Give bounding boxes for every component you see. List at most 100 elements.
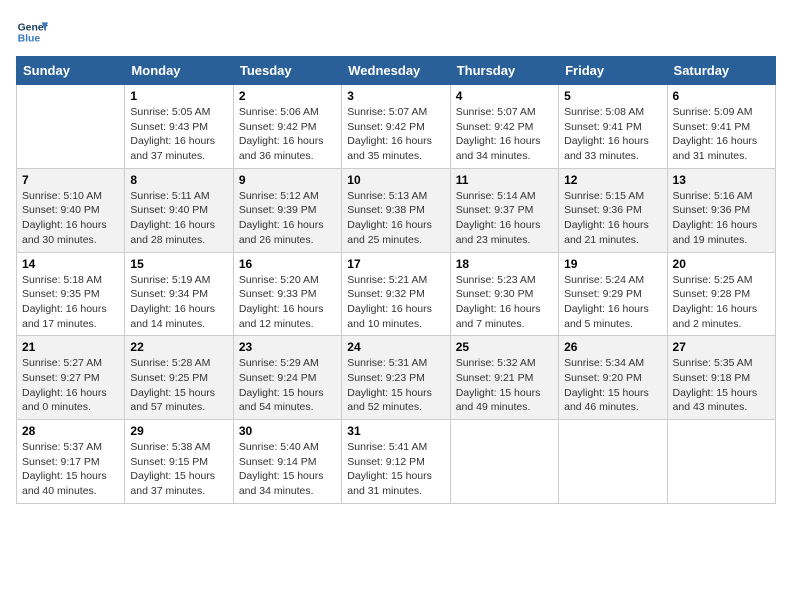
day-number: 19	[564, 257, 661, 271]
day-number: 26	[564, 340, 661, 354]
day-info: Sunrise: 5:19 AM Sunset: 9:34 PM Dayligh…	[130, 273, 227, 332]
logo-icon: General Blue	[16, 16, 48, 48]
calendar-day-cell: 13 Sunrise: 5:16 AM Sunset: 9:36 PM Dayli…	[667, 168, 775, 252]
weekday-header: Tuesday	[233, 57, 341, 85]
day-info: Sunrise: 5:07 AM Sunset: 9:42 PM Dayligh…	[456, 105, 553, 164]
calendar-day-cell: 28Sunrise: 5:37 AM Sunset: 9:17 PM Dayli…	[17, 420, 125, 504]
calendar-day-cell: 2Sunrise: 5:06 AM Sunset: 9:42 PM Daylig…	[233, 85, 341, 169]
day-info: Sunrise: 5:13 AM Sunset: 9:38 PM Dayligh…	[347, 189, 444, 248]
day-info: Sunrise: 5:29 AM Sunset: 9:24 PM Dayligh…	[239, 356, 336, 415]
day-number: 22	[130, 340, 227, 354]
day-info: Sunrise: 5:16 AM Sunset: 9:36 PM Dayligh…	[673, 189, 770, 248]
day-number: 4	[456, 89, 553, 103]
day-number: 13	[673, 173, 770, 187]
calendar-day-cell: 14Sunrise: 5:18 AM Sunset: 9:35 PM Dayli…	[17, 252, 125, 336]
day-number: 30	[239, 424, 336, 438]
calendar-header: SundayMondayTuesdayWednesdayThursdayFrid…	[17, 57, 776, 85]
day-number: 3	[347, 89, 444, 103]
calendar-day-cell: 10 Sunrise: 5:13 AM Sunset: 9:38 PM Dayli…	[342, 168, 450, 252]
day-info: Sunrise: 5:32 AM Sunset: 9:21 PM Dayligh…	[456, 356, 553, 415]
day-info: Sunrise: 5:35 AM Sunset: 9:18 PM Dayligh…	[673, 356, 770, 415]
calendar-day-cell: 24 Sunrise: 5:31 AM Sunset: 9:23 PM Dayli…	[342, 336, 450, 420]
calendar-day-cell: 9 Sunrise: 5:12 AM Sunset: 9:39 PM Daylig…	[233, 168, 341, 252]
day-info: Sunrise: 5:11 AM Sunset: 9:40 PM Dayligh…	[130, 189, 227, 248]
calendar-day-cell: 21 Sunrise: 5:27 AM Sunset: 9:27 PM Dayli…	[17, 336, 125, 420]
day-number: 8	[130, 173, 227, 187]
day-number: 28	[22, 424, 119, 438]
logo: General Blue	[16, 16, 48, 48]
day-info: Sunrise: 5:31 AM Sunset: 9:23 PM Dayligh…	[347, 356, 444, 415]
calendar-day-cell: 19 Sunrise: 5:24 AM Sunset: 9:29 PM Dayli…	[559, 252, 667, 336]
calendar-day-cell: 3 Sunrise: 5:07 AM Sunset: 9:42 PM Daylig…	[342, 85, 450, 169]
calendar-day-cell: 16 Sunrise: 5:20 AM Sunset: 9:33 PM Dayli…	[233, 252, 341, 336]
day-number: 11	[456, 173, 553, 187]
page-header: General Blue	[16, 16, 776, 48]
day-info: Sunrise: 5:05 AM Sunset: 9:43 PM Dayligh…	[130, 105, 227, 164]
calendar-day-cell	[667, 420, 775, 504]
day-number: 21	[22, 340, 119, 354]
day-info: Sunrise: 5:10 AM Sunset: 9:40 PM Dayligh…	[22, 189, 119, 248]
calendar-day-cell: 30 Sunrise: 5:40 AM Sunset: 9:14 PM Dayli…	[233, 420, 341, 504]
calendar-day-cell: 8 Sunrise: 5:11 AM Sunset: 9:40 PM Daylig…	[125, 168, 233, 252]
day-number: 29	[130, 424, 227, 438]
weekday-header: Thursday	[450, 57, 558, 85]
calendar-day-cell: 26 Sunrise: 5:34 AM Sunset: 9:20 PM Dayli…	[559, 336, 667, 420]
day-number: 1	[130, 89, 227, 103]
calendar-day-cell: 1 Sunrise: 5:05 AM Sunset: 9:43 PM Daylig…	[125, 85, 233, 169]
calendar-day-cell: 11 Sunrise: 5:14 AM Sunset: 9:37 PM Dayli…	[450, 168, 558, 252]
calendar-table: SundayMondayTuesdayWednesdayThursdayFrid…	[16, 56, 776, 504]
day-info: Sunrise: 5:14 AM Sunset: 9:37 PM Dayligh…	[456, 189, 553, 248]
day-info: Sunrise: 5:07 AM Sunset: 9:42 PM Dayligh…	[347, 105, 444, 164]
day-info: Sunrise: 5:38 AM Sunset: 9:15 PM Dayligh…	[130, 440, 227, 499]
calendar-day-cell: 15 Sunrise: 5:19 AM Sunset: 9:34 PM Dayli…	[125, 252, 233, 336]
weekday-header: Friday	[559, 57, 667, 85]
day-number: 6	[673, 89, 770, 103]
calendar-day-cell	[17, 85, 125, 169]
day-info: Sunrise: 5:24 AM Sunset: 9:29 PM Dayligh…	[564, 273, 661, 332]
calendar-day-cell: 4 Sunrise: 5:07 AM Sunset: 9:42 PM Daylig…	[450, 85, 558, 169]
day-info: Sunrise: 5:40 AM Sunset: 9:14 PM Dayligh…	[239, 440, 336, 499]
day-number: 23	[239, 340, 336, 354]
day-number: 18	[456, 257, 553, 271]
calendar-day-cell: 27 Sunrise: 5:35 AM Sunset: 9:18 PM Dayli…	[667, 336, 775, 420]
weekday-header: Sunday	[17, 57, 125, 85]
day-info: Sunrise: 5:23 AM Sunset: 9:30 PM Dayligh…	[456, 273, 553, 332]
day-info: Sunrise: 5:15 AM Sunset: 9:36 PM Dayligh…	[564, 189, 661, 248]
calendar-day-cell	[559, 420, 667, 504]
calendar-week-row: 1 Sunrise: 5:05 AM Sunset: 9:43 PM Daylig…	[17, 85, 776, 169]
day-info: Sunrise: 5:09 AM Sunset: 9:41 PM Dayligh…	[673, 105, 770, 164]
day-info: Sunrise: 5:18 AM Sunset: 9:35 PM Dayligh…	[22, 273, 119, 332]
calendar-day-cell: 18 Sunrise: 5:23 AM Sunset: 9:30 PM Dayli…	[450, 252, 558, 336]
calendar-week-row: 21 Sunrise: 5:27 AM Sunset: 9:27 PM Dayli…	[17, 336, 776, 420]
day-number: 12	[564, 173, 661, 187]
day-number: 20	[673, 257, 770, 271]
day-number: 9	[239, 173, 336, 187]
day-number: 10	[347, 173, 444, 187]
calendar-day-cell: 23 Sunrise: 5:29 AM Sunset: 9:24 PM Dayli…	[233, 336, 341, 420]
calendar-day-cell: 29 Sunrise: 5:38 AM Sunset: 9:15 PM Dayli…	[125, 420, 233, 504]
calendar-day-cell: 12 Sunrise: 5:15 AM Sunset: 9:36 PM Dayli…	[559, 168, 667, 252]
calendar-day-cell: 22Sunrise: 5:28 AM Sunset: 9:25 PM Dayli…	[125, 336, 233, 420]
day-info: Sunrise: 5:34 AM Sunset: 9:20 PM Dayligh…	[564, 356, 661, 415]
calendar-week-row: 14Sunrise: 5:18 AM Sunset: 9:35 PM Dayli…	[17, 252, 776, 336]
day-number: 24	[347, 340, 444, 354]
day-number: 15	[130, 257, 227, 271]
calendar-day-cell: 17Sunrise: 5:21 AM Sunset: 9:32 PM Dayli…	[342, 252, 450, 336]
day-number: 27	[673, 340, 770, 354]
day-number: 16	[239, 257, 336, 271]
day-number: 31	[347, 424, 444, 438]
day-info: Sunrise: 5:06 AM Sunset: 9:42 PM Dayligh…	[239, 105, 336, 164]
day-number: 25	[456, 340, 553, 354]
calendar-day-cell: 6 Sunrise: 5:09 AM Sunset: 9:41 PM Daylig…	[667, 85, 775, 169]
weekday-header: Wednesday	[342, 57, 450, 85]
day-info: Sunrise: 5:27 AM Sunset: 9:27 PM Dayligh…	[22, 356, 119, 415]
calendar-day-cell: 7Sunrise: 5:10 AM Sunset: 9:40 PM Daylig…	[17, 168, 125, 252]
day-info: Sunrise: 5:12 AM Sunset: 9:39 PM Dayligh…	[239, 189, 336, 248]
calendar-day-cell: 20Sunrise: 5:25 AM Sunset: 9:28 PM Dayli…	[667, 252, 775, 336]
weekday-header: Saturday	[667, 57, 775, 85]
svg-text:Blue: Blue	[18, 34, 41, 45]
day-info: Sunrise: 5:20 AM Sunset: 9:33 PM Dayligh…	[239, 273, 336, 332]
day-info: Sunrise: 5:41 AM Sunset: 9:12 PM Dayligh…	[347, 440, 444, 499]
calendar-week-row: 28Sunrise: 5:37 AM Sunset: 9:17 PM Dayli…	[17, 420, 776, 504]
day-number: 17	[347, 257, 444, 271]
